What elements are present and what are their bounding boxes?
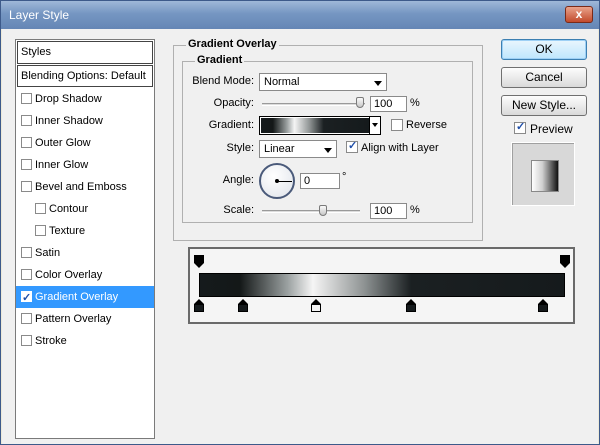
style-value: Linear <box>264 143 295 155</box>
style-checkbox[interactable] <box>21 335 32 346</box>
scale-input[interactable]: 100 <box>370 203 407 219</box>
style-item-bevel-and-emboss[interactable]: Bevel and Emboss <box>16 176 154 198</box>
preview-thumbnail <box>511 142 575 206</box>
styles-header[interactable]: Styles <box>17 41 153 64</box>
close-button[interactable]: x <box>565 6 593 23</box>
style-item-label: Outer Glow <box>35 137 91 149</box>
opacity-slider-track[interactable] <box>262 103 365 106</box>
angle-label: Angle: <box>222 174 254 186</box>
style-label: Style: <box>226 142 254 154</box>
gradient-label: Gradient: <box>208 119 254 131</box>
style-item-label: Bevel and Emboss <box>35 181 127 193</box>
angle-center-dot <box>275 179 279 183</box>
angle-dial[interactable] <box>259 163 295 199</box>
style-checkbox[interactable] <box>21 313 32 324</box>
preview-swatch <box>531 160 559 192</box>
style-item-label: Texture <box>49 225 86 237</box>
style-select[interactable]: Linear <box>259 140 337 158</box>
style-item-label: Stroke <box>35 335 67 347</box>
gradient-overlay-title: Gradient Overlay <box>186 38 279 50</box>
style-item-label: Drop Shadow <box>35 93 102 105</box>
style-checkbox[interactable] <box>21 115 32 126</box>
gradient-swatch[interactable] <box>261 118 369 133</box>
angle-needle <box>277 181 292 182</box>
preview-checkbox[interactable] <box>514 120 526 134</box>
cancel-button[interactable]: Cancel <box>501 67 587 88</box>
preview-label: Preview <box>530 122 573 136</box>
style-checkbox[interactable] <box>35 203 46 214</box>
style-item-stroke[interactable]: Stroke <box>16 330 154 352</box>
scale-slider-thumb[interactable] <box>319 205 327 216</box>
style-item-color-overlay[interactable]: Color Overlay <box>16 264 154 286</box>
style-item-drop-shadow[interactable]: Drop Shadow <box>16 88 154 110</box>
align-with-layer-checkbox[interactable] <box>346 139 358 153</box>
blend-mode-label: Blend Mode: <box>192 75 254 87</box>
style-item-gradient-overlay[interactable]: Gradient Overlay <box>16 286 154 309</box>
gradient-editor <box>188 247 575 324</box>
scale-percent: % <box>410 204 420 216</box>
window-title: Layer Style <box>9 8 70 22</box>
style-checkbox[interactable] <box>21 247 32 258</box>
style-item-label: Inner Shadow <box>35 115 103 127</box>
style-checkbox[interactable] <box>21 137 32 148</box>
angle-input[interactable]: 0 <box>300 173 340 189</box>
style-item-inner-glow[interactable]: Inner Glow <box>16 154 154 176</box>
style-item-satin[interactable]: Satin <box>16 242 154 264</box>
opacity-percent: % <box>410 97 420 109</box>
style-item-contour[interactable]: Contour <box>16 198 154 220</box>
styles-list: Styles Blending Options: Default Drop Sh… <box>15 39 155 439</box>
style-item-texture[interactable]: Texture <box>16 220 154 242</box>
title-bar[interactable]: Layer Style x <box>1 1 599 29</box>
gradient-dropdown[interactable] <box>369 117 380 134</box>
chevron-down-icon <box>324 148 332 153</box>
opacity-input[interactable]: 100 <box>370 96 407 112</box>
scale-label: Scale: <box>223 204 254 216</box>
color-stop[interactable] <box>406 299 417 313</box>
dialog-content: Styles Blending Options: Default Drop Sh… <box>2 29 598 444</box>
style-checkbox[interactable] <box>21 93 32 104</box>
style-checkbox[interactable] <box>21 269 32 280</box>
align-with-layer-label: Align with Layer <box>361 142 439 154</box>
style-checkbox[interactable] <box>35 225 46 236</box>
layer-style-window: Layer Style x Styles Blending Options: D… <box>0 0 600 445</box>
ok-button[interactable]: OK <box>501 39 587 60</box>
color-stop[interactable] <box>538 299 549 313</box>
blending-options-item[interactable]: Blending Options: Default <box>17 65 153 87</box>
color-stop[interactable] <box>311 299 322 313</box>
style-item-label: Gradient Overlay <box>35 291 119 303</box>
style-item-inner-shadow[interactable]: Inner Shadow <box>16 110 154 132</box>
reverse-label: Reverse <box>406 119 447 131</box>
style-item-pattern-overlay[interactable]: Pattern Overlay <box>16 308 154 330</box>
style-checkbox[interactable] <box>21 287 32 309</box>
close-icon: x <box>575 7 583 21</box>
style-item-label: Inner Glow <box>35 159 89 171</box>
color-stop[interactable] <box>194 299 204 313</box>
style-item-label: Contour <box>49 203 89 215</box>
style-item-outer-glow[interactable]: Outer Glow <box>16 132 154 154</box>
gradient-picker[interactable] <box>259 116 381 135</box>
style-item-label: Satin <box>35 247 61 259</box>
new-style-button[interactable]: New Style... <box>501 95 587 116</box>
style-item-label: Color Overlay <box>35 269 103 281</box>
color-stop[interactable] <box>237 299 248 313</box>
scale-slider-track[interactable] <box>262 210 360 213</box>
blend-mode-value: Normal <box>264 76 300 88</box>
style-item-label: Pattern Overlay <box>35 313 112 325</box>
style-checkbox[interactable] <box>21 181 32 192</box>
opacity-slider-thumb[interactable] <box>356 97 364 108</box>
blend-mode-select[interactable]: Normal <box>259 73 387 91</box>
reverse-checkbox[interactable] <box>391 119 403 131</box>
opacity-stop[interactable] <box>194 255 204 269</box>
gradient-preview-bar[interactable] <box>199 273 565 297</box>
style-checkbox[interactable] <box>21 159 32 170</box>
style-items: Drop Shadow Inner Shadow Outer Glow Inner G… <box>16 88 154 352</box>
opacity-label: Opacity: <box>213 97 254 109</box>
chevron-down-icon <box>372 123 378 127</box>
opacity-stop[interactable] <box>560 255 570 269</box>
chevron-down-icon <box>374 81 382 86</box>
gradient-section-title: Gradient <box>195 54 245 66</box>
angle-degree: ° <box>342 171 347 183</box>
